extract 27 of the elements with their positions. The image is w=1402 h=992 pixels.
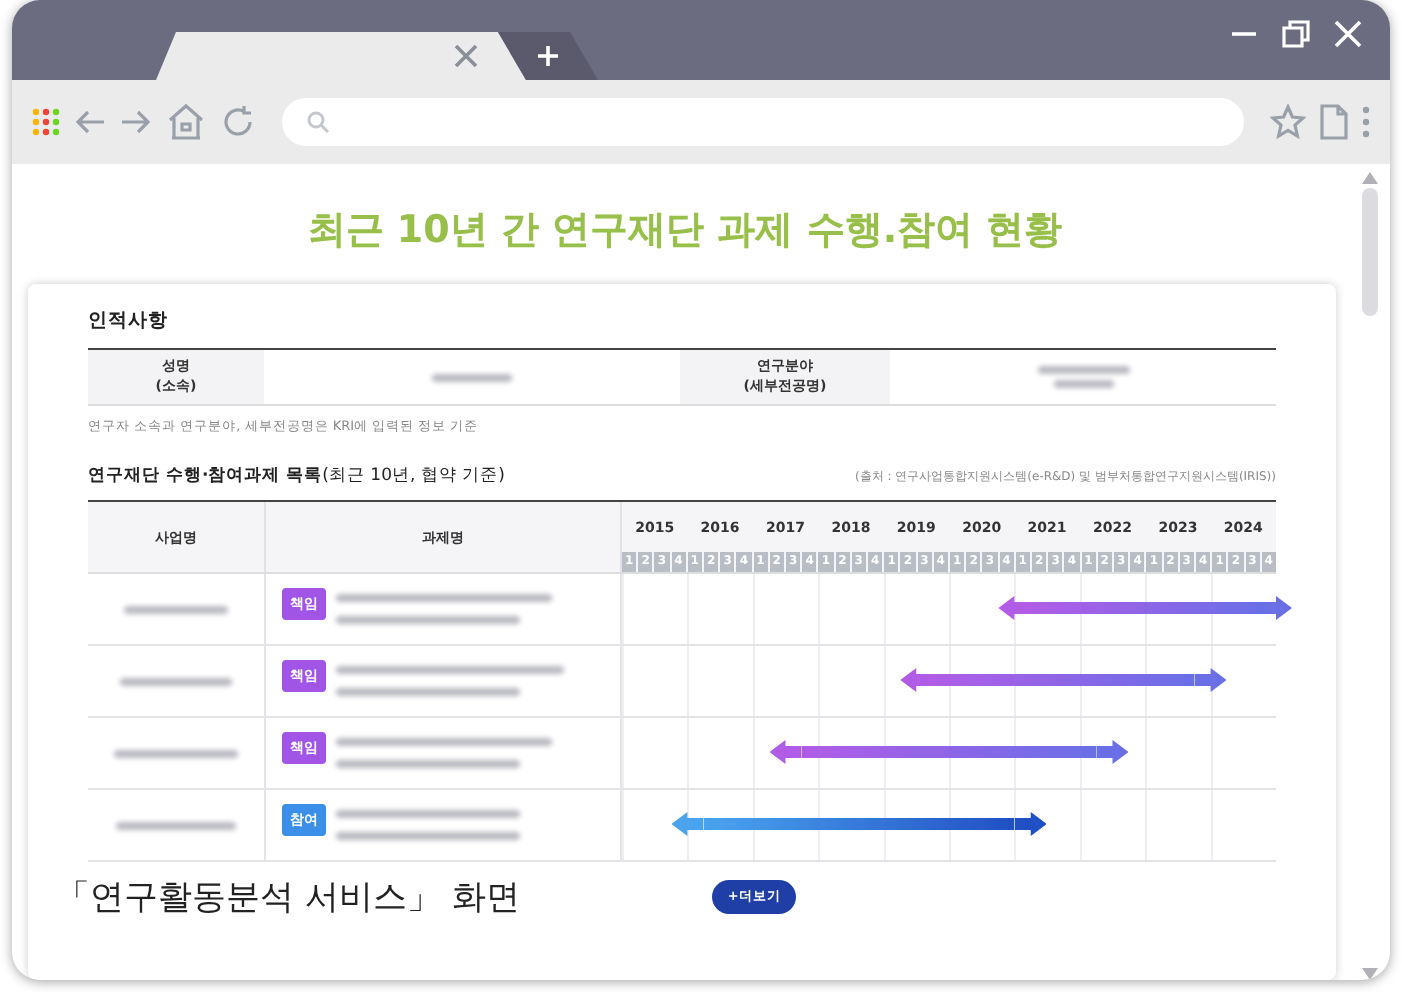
scroll-down-icon[interactable] (1362, 968, 1378, 980)
back-icon[interactable] (74, 108, 106, 136)
blurred-text (114, 749, 238, 757)
blurred-text (1053, 380, 1113, 388)
scroll-up-icon[interactable] (1362, 172, 1378, 184)
caption-text: 「연구활동분석 서비스」 화면 (56, 876, 520, 920)
restore-icon[interactable] (1282, 20, 1310, 48)
page-title: 최근 10년 간 연구재단 과제 수행.참여 현황 (307, 206, 1063, 256)
document-icon[interactable] (1320, 104, 1348, 140)
scroll-thumb[interactable] (1362, 188, 1378, 316)
plus-icon (538, 46, 558, 66)
close-icon[interactable] (454, 44, 478, 68)
blurred-text (124, 605, 228, 613)
blurred-text (1037, 366, 1129, 374)
address-field[interactable] (282, 98, 1244, 146)
more-icon[interactable] (1362, 106, 1370, 138)
blurred-text (120, 677, 232, 685)
star-icon[interactable] (1270, 104, 1306, 140)
search-icon (306, 110, 330, 134)
apps-icon[interactable] (32, 108, 60, 136)
blurred-text (432, 373, 512, 381)
section-heading: 인적사항 (88, 308, 170, 334)
reload-icon[interactable] (220, 104, 256, 140)
section-heading: 연구재단 수행·참여과제 목록(최근 10년, 협약 기준) (88, 464, 505, 488)
forward-icon[interactable] (120, 108, 152, 136)
blurred-text (116, 821, 236, 829)
home-icon[interactable] (166, 102, 206, 142)
